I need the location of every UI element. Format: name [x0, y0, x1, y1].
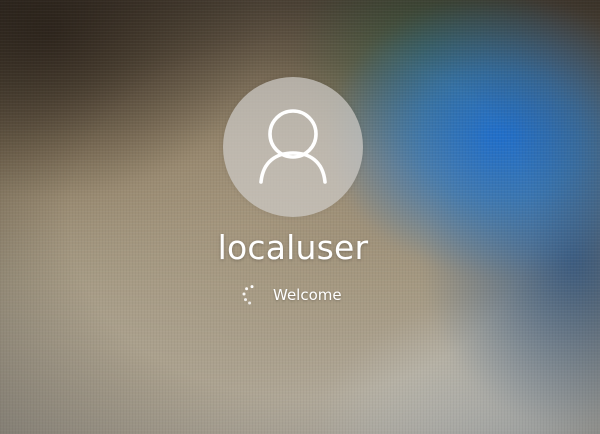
sign-in-status: Welcome — [241, 283, 342, 307]
user-avatar — [223, 77, 363, 217]
loading-spinner-icon — [241, 284, 263, 306]
username-label: localuser — [217, 228, 369, 267]
user-icon — [259, 109, 327, 184]
background-vignette — [0, 0, 600, 434]
status-text: Welcome — [273, 286, 342, 304]
lock-screen: localuser Welcome — [0, 0, 600, 434]
